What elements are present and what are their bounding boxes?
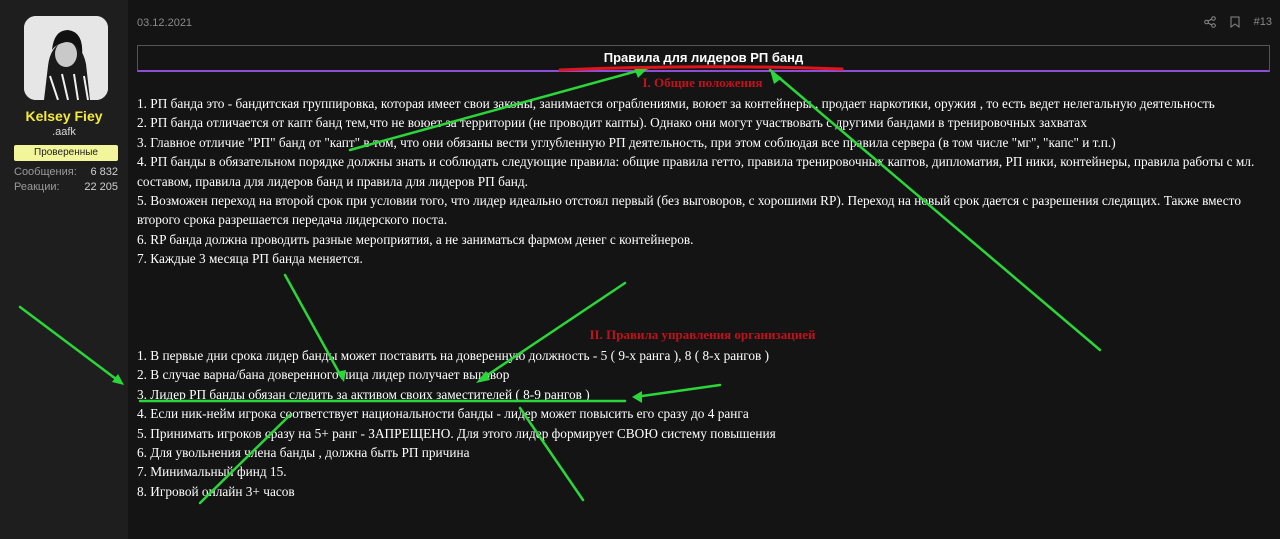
post-body: 03.12.2021 #13 Правила для лидеров РП ба… — [128, 0, 1280, 539]
user-group-badge: Проверенные — [14, 145, 118, 161]
post-title: Правила для лидеров РП банд — [137, 45, 1270, 72]
rule-item: 2. РП банда отличается от капт банд тем,… — [137, 115, 1087, 131]
username[interactable]: Kelsey Fiey — [0, 108, 128, 124]
avatar-image — [24, 16, 108, 100]
rule-item: 6. RP банда должна проводить разные меро… — [137, 231, 694, 247]
stat-messages: Сообщения: 6 832 — [14, 166, 118, 178]
section-2-heading: II. Правила управления организацией — [589, 327, 816, 342]
stat-value[interactable]: 22 205 — [84, 181, 118, 193]
stat-value[interactable]: 6 832 — [90, 166, 118, 178]
message-arrow — [120, 30, 128, 46]
rule-item: 7. Минимальный финд 15. — [137, 464, 287, 480]
rule-item: 7. Каждые 3 месяца РП банда меняется. — [137, 251, 363, 267]
rule-item: 3. Лидер РП банды обязан следить за акти… — [137, 386, 590, 402]
stat-label: Реакции: — [14, 181, 60, 193]
user-sidebar: Kelsey Fiey .aafk Проверенные Сообщения:… — [0, 0, 128, 539]
section-1-heading: I. Общие положения — [642, 75, 763, 90]
rule-item: 5. Принимать игроков сразу на 5+ ранг - … — [137, 425, 776, 441]
avatar[interactable] — [24, 16, 108, 100]
section-2-list: 1. В первые дни срока лидер банды может … — [137, 346, 1265, 501]
rule-item: 3. Главное отличие "РП" банд от "капт" в… — [137, 134, 1116, 150]
stat-reactions: Реакции: 22 205 — [14, 181, 118, 193]
stat-label: Сообщения: — [14, 166, 77, 178]
user-title: .aafk — [52, 126, 76, 138]
rule-item: 6. Для увольнения члена банды , должна б… — [137, 445, 470, 461]
rule-item: 5. Возможен переход на второй срок при у… — [137, 193, 1241, 228]
bookmark-icon[interactable] — [1230, 16, 1240, 31]
rule-item: 4. РП банды в обязательном порядке должн… — [137, 154, 1255, 189]
rule-item: 4. Если ник-нейм игрока соответствует на… — [137, 406, 749, 422]
rule-item: 8. Игровой онлайн 3+ часов — [137, 483, 295, 499]
section-1-list: 1. РП банда это - бандитская группировка… — [137, 94, 1265, 269]
post-number[interactable]: #13 — [1254, 16, 1272, 31]
rule-item: 1. РП банда это - бандитская группировка… — [137, 96, 1215, 111]
post-date[interactable]: 03.12.2021 — [137, 17, 192, 29]
share-icon[interactable] — [1203, 16, 1216, 31]
rule-item: 2. В случае варна/бана доверенного лица … — [137, 367, 510, 383]
post-tools: #13 — [1203, 16, 1272, 31]
rule-item: 1. В первые дни срока лидер банды может … — [137, 348, 770, 363]
